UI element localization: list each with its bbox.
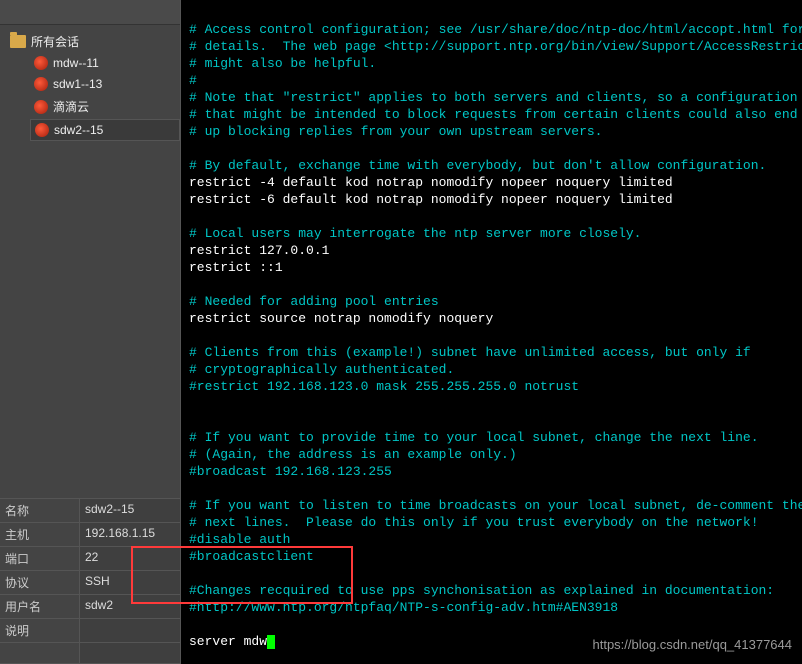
term-line: # next lines. Please do this only if you… bbox=[189, 515, 759, 530]
term-line: #disable auth bbox=[189, 532, 290, 547]
prop-key: 说明 bbox=[0, 619, 80, 642]
tree-root[interactable]: 所有会话 bbox=[10, 33, 180, 50]
term-line: # might also be helpful. bbox=[189, 56, 376, 71]
sidebar: 所有会话 mdw--11 sdw1--13 滴滴云 sdw2--15 bbox=[0, 0, 181, 664]
prop-val: sdw2 bbox=[80, 595, 180, 618]
properties-panel: 名称sdw2--15 主机192.168.1.15 端口22 协议SSH 用户名… bbox=[0, 498, 180, 664]
term-line: # (Again, the address is an example only… bbox=[189, 447, 517, 462]
terminal[interactable]: # Access control configuration; see /usr… bbox=[181, 0, 802, 664]
prop-row: 用户名sdw2 bbox=[0, 595, 180, 619]
term-line: # Clients from this (example!) subnet ha… bbox=[189, 345, 751, 360]
term-line: #restrict 192.168.123.0 mask 255.255.255… bbox=[189, 379, 579, 394]
prop-val: 22 bbox=[80, 547, 180, 570]
session-item-didi[interactable]: 滴滴云 bbox=[30, 95, 180, 118]
session-item-sdw1[interactable]: sdw1--13 bbox=[30, 74, 180, 94]
watermark: https://blog.csdn.net/qq_41377644 bbox=[593, 637, 793, 652]
cursor bbox=[267, 635, 275, 649]
session-label: sdw1--13 bbox=[53, 77, 102, 91]
prop-key: 用户名 bbox=[0, 595, 80, 618]
prop-row: 主机192.168.1.15 bbox=[0, 523, 180, 547]
prop-row bbox=[0, 643, 180, 664]
term-line: # up blocking replies from your own upst… bbox=[189, 124, 602, 139]
term-line: server mdw bbox=[189, 634, 267, 649]
term-line: # If you want to provide time to your lo… bbox=[189, 430, 759, 445]
term-line: restrict -6 default kod notrap nomodify … bbox=[189, 192, 673, 207]
term-line: # details. The web page <http://support.… bbox=[189, 39, 802, 54]
term-line: restrict source notrap nomodify noquery bbox=[189, 311, 493, 326]
term-line: # cryptographically authenticated. bbox=[189, 362, 454, 377]
session-tree: 所有会话 mdw--11 sdw1--13 滴滴云 sdw2--15 bbox=[0, 25, 180, 498]
prop-val bbox=[80, 619, 180, 642]
term-line: # Needed for adding pool entries bbox=[189, 294, 439, 309]
session-icon bbox=[34, 77, 48, 91]
term-line: # that might be intended to block reques… bbox=[189, 107, 798, 122]
term-line: # If you want to listen to time broadcas… bbox=[189, 498, 802, 513]
prop-val: SSH bbox=[80, 571, 180, 594]
prop-val bbox=[80, 643, 180, 663]
prop-key: 名称 bbox=[0, 499, 80, 522]
term-line: # Local users may interrogate the ntp se… bbox=[189, 226, 641, 241]
term-line: # bbox=[189, 73, 197, 88]
tree-root-label: 所有会话 bbox=[31, 33, 79, 50]
term-line: restrict 127.0.0.1 bbox=[189, 243, 329, 258]
prop-row: 协议SSH bbox=[0, 571, 180, 595]
term-line: # By default, exchange time with everybo… bbox=[189, 158, 766, 173]
session-label: mdw--11 bbox=[53, 56, 99, 70]
session-icon bbox=[34, 100, 48, 114]
session-label: sdw2--15 bbox=[54, 123, 103, 137]
prop-key bbox=[0, 643, 80, 663]
prop-key: 端口 bbox=[0, 547, 80, 570]
prop-key: 主机 bbox=[0, 523, 80, 546]
prop-row: 名称sdw2--15 bbox=[0, 499, 180, 523]
term-line: restrict -4 default kod notrap nomodify … bbox=[189, 175, 673, 190]
term-line: #http://www.ntp.org/ntpfaq/NTP-s-config-… bbox=[189, 600, 618, 615]
term-line: # Note that "restrict" applies to both s… bbox=[189, 90, 798, 105]
prop-key: 协议 bbox=[0, 571, 80, 594]
sidebar-toolbar bbox=[0, 0, 180, 25]
term-line: restrict ::1 bbox=[189, 260, 283, 275]
session-icon bbox=[34, 56, 48, 70]
term-line: #Changes recquired to use pps synchonisa… bbox=[189, 583, 774, 598]
prop-row: 端口22 bbox=[0, 547, 180, 571]
term-line: #broadcast 192.168.123.255 bbox=[189, 464, 392, 479]
prop-val: sdw2--15 bbox=[80, 499, 180, 522]
term-line: #broadcastclient bbox=[189, 549, 314, 564]
session-label: 滴滴云 bbox=[53, 98, 89, 115]
folder-icon bbox=[10, 35, 26, 48]
session-item-sdw2[interactable]: sdw2--15 bbox=[30, 119, 180, 141]
prop-val: 192.168.1.15 bbox=[80, 523, 180, 546]
term-line: # Access control configuration; see /usr… bbox=[189, 22, 802, 37]
session-item-mdw[interactable]: mdw--11 bbox=[30, 53, 180, 73]
prop-row: 说明 bbox=[0, 619, 180, 643]
session-icon bbox=[35, 123, 49, 137]
